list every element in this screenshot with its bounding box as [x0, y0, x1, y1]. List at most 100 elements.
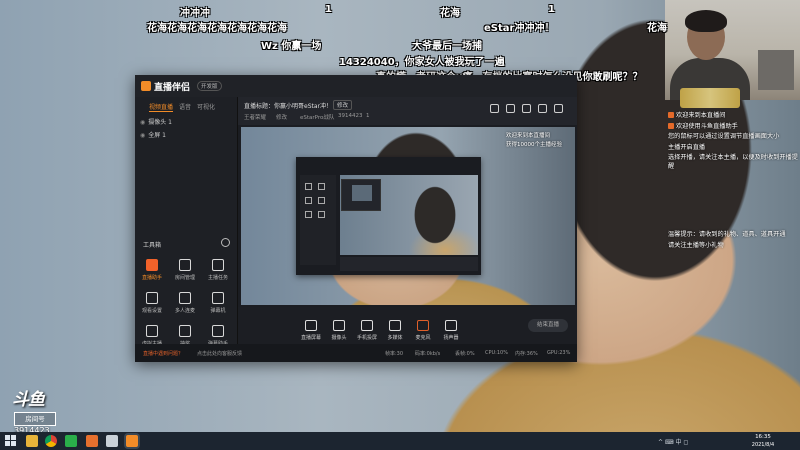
danmaku-item: Wz 你赢一场 — [261, 41, 322, 52]
live-preview[interactable]: 欢迎来到本直播间 获得10000个主播经验 — [241, 127, 575, 305]
virtual-anchor-icon — [146, 325, 158, 337]
danmaku-item: 1 — [548, 4, 555, 15]
chat-message: 选择开播，请关注本主播，以便及时收到开播提醒 — [668, 154, 798, 170]
speaker-button[interactable]: 扬声器 — [438, 320, 464, 341]
app-version-tag: 开发版 — [197, 81, 222, 91]
phone-cast-button[interactable]: 手机投屏 — [354, 320, 380, 341]
edit-title-button[interactable]: 修改 — [333, 100, 353, 110]
room-number: 3914423 — [338, 113, 363, 119]
tool-danmaku-machine[interactable]: 弹幕机 — [203, 292, 233, 314]
control-bar: 直播屏幕 摄像头 手机投屏 多媒体 麦克风 扬声器 结束直播 — [238, 307, 577, 344]
phone-icon — [361, 320, 373, 331]
danmaku-item: 14324040，你家女人被我玩了一遍 — [339, 57, 505, 68]
danmaku-icon — [212, 292, 224, 304]
task-icon — [212, 259, 224, 271]
camera-icon — [333, 320, 345, 331]
share-icon[interactable] — [506, 104, 515, 113]
danmaku-item: 大爷最后一场捕 — [412, 41, 482, 52]
danmaku-item: 1 — [325, 4, 332, 15]
webcam-gift-effect — [680, 88, 740, 108]
stat-cpu: CPU:10% — [485, 350, 508, 356]
chat-message: 欢迎使用斗鱼直播助手 — [668, 122, 798, 132]
tool-watch-settings[interactable]: 观看设置 — [137, 292, 167, 314]
edit-category-link[interactable]: 修改 — [276, 113, 287, 121]
status-warning: 直播中遇到问题？ — [143, 351, 184, 357]
chat-message: 温馨提示：请收到的礼物、道具、道具开通 — [668, 231, 786, 238]
preview-message: 获得10000个主播经验 — [506, 142, 562, 148]
app-icon[interactable] — [106, 435, 118, 447]
stream-title: 直播标题：你赢小明哥eStar冲！ — [244, 103, 332, 110]
preview-message: 欢迎来到本直播间 — [506, 133, 551, 139]
left-panel: 视频直播 语音 可视化 ◉ 摄像头 1 ◉ 全屏 1 工具箱 直播助手 房间管理 主… — [135, 97, 238, 347]
danmaku-item: 冲冲冲 — [180, 8, 210, 19]
app-logo-text: 直播伴侣 — [154, 83, 191, 93]
close-icon[interactable] — [554, 104, 563, 113]
scene-item[interactable]: ◉ 摄像头 1 — [140, 117, 172, 126]
chat-message: 请关注主播等小礼物 — [668, 241, 724, 249]
clock-time[interactable]: 16:35 — [745, 434, 781, 440]
wechat-icon[interactable] — [65, 435, 77, 447]
lottery-icon — [179, 325, 191, 337]
webcam-overlay — [665, 0, 800, 100]
danmaku-item: 花海花海花海花海花海花海花海 — [147, 23, 287, 34]
preview-header: 直播标题：你赢小明哥eStar冲！ 修改 王者荣耀 修改 eStarPro战队 … — [238, 97, 577, 125]
tab-video-live[interactable]: 视频直播 — [149, 102, 174, 112]
stat-memory: 内存:36% — [515, 351, 538, 357]
eye-icon[interactable]: ◉ — [140, 132, 145, 139]
stat-dropped: 丢帧:0% — [455, 351, 475, 357]
streaming-app-taskbar-icon[interactable] — [126, 435, 138, 447]
tool-multi-mic[interactable]: 多人连麦 — [170, 292, 200, 314]
clock-date[interactable]: 2021/8/4 — [745, 442, 781, 448]
streaming-app-window[interactable]: 直播伴侣 开发版 视频直播 语音 可视化 ◉ 摄像头 1 ◉ 全屏 1 工具箱 直播… — [135, 75, 577, 362]
chat-message: 欢迎来到本直播间 — [668, 112, 798, 121]
screen-icon — [305, 320, 317, 331]
status-bar: 直播中遇到问题？ 点击此处向客服反馈 帧率:30 码率:0kb/s 丢帧:0% … — [135, 344, 577, 362]
tab-visual[interactable]: 可视化 — [197, 102, 215, 111]
stream-team: eStarPro战队 — [300, 115, 335, 121]
danmaku-item: 花海 — [440, 8, 460, 19]
room-icon — [179, 259, 191, 271]
tab-voice[interactable]: 语音 — [179, 102, 191, 111]
file-explorer-icon[interactable] — [26, 435, 38, 447]
microphone-icon — [417, 320, 429, 331]
eye-icon[interactable]: ◉ — [140, 119, 145, 126]
toolbox-title: 工具箱 — [143, 242, 162, 249]
stat-bitrate: 码率:0kb/s — [415, 351, 441, 357]
system-tray[interactable]: ^ ⌨ 中 ◻ — [658, 437, 688, 446]
room-label: 房间号 — [14, 412, 56, 426]
taskbar: ^ ⌨ 中 ◻ 16:35 2021/8/4 — [0, 432, 800, 450]
media-button[interactable]: 多媒体 — [382, 320, 408, 341]
danmaku-helper-icon — [212, 325, 224, 337]
screen-source-button[interactable]: 直播屏幕 — [298, 320, 324, 341]
tool-tasks[interactable]: 主播任务 — [203, 259, 233, 281]
chrome-icon[interactable] — [45, 435, 57, 447]
danmaku-item: 花海 — [647, 23, 667, 34]
live-helper-icon — [146, 259, 158, 271]
watch-icon — [146, 292, 158, 304]
douyu-app-icon[interactable] — [86, 435, 98, 447]
stat-gpu: GPU:23% — [547, 350, 571, 356]
gear-icon[interactable] — [221, 238, 230, 247]
chat-message: 您的鼠标可以通过设置调节直播画面大小 — [668, 133, 780, 140]
stream-category: 王者荣耀 — [244, 115, 267, 121]
go-live-button[interactable]: 结束直播 — [528, 319, 568, 332]
douyu-logo: 斗鱼 — [12, 390, 45, 410]
multi-mic-icon — [179, 292, 191, 304]
scene-item[interactable]: ◉ 全屏 1 — [140, 130, 166, 139]
speaker-icon — [445, 320, 457, 331]
app-logo-icon — [141, 81, 151, 91]
camera-button[interactable]: 摄像头 — [326, 320, 352, 341]
tool-room-manage[interactable]: 房间管理 — [170, 259, 200, 281]
nested-app-preview — [296, 157, 481, 275]
viewer-count: 1 — [366, 113, 370, 119]
danmaku-item: eStar冲冲冲！ — [484, 23, 555, 34]
layout-icon[interactable] — [490, 104, 499, 113]
stat-fps: 帧率:30 — [385, 351, 404, 357]
minimize-icon[interactable] — [538, 104, 547, 113]
windows-start-icon[interactable] — [5, 435, 16, 446]
media-icon — [389, 320, 401, 331]
microphone-button[interactable]: 麦克风 — [410, 320, 436, 341]
feedback-link[interactable]: 点击此处向客服反馈 — [197, 350, 242, 357]
tool-live-helper[interactable]: 直播助手 — [137, 259, 167, 281]
settings-icon[interactable] — [522, 104, 531, 113]
